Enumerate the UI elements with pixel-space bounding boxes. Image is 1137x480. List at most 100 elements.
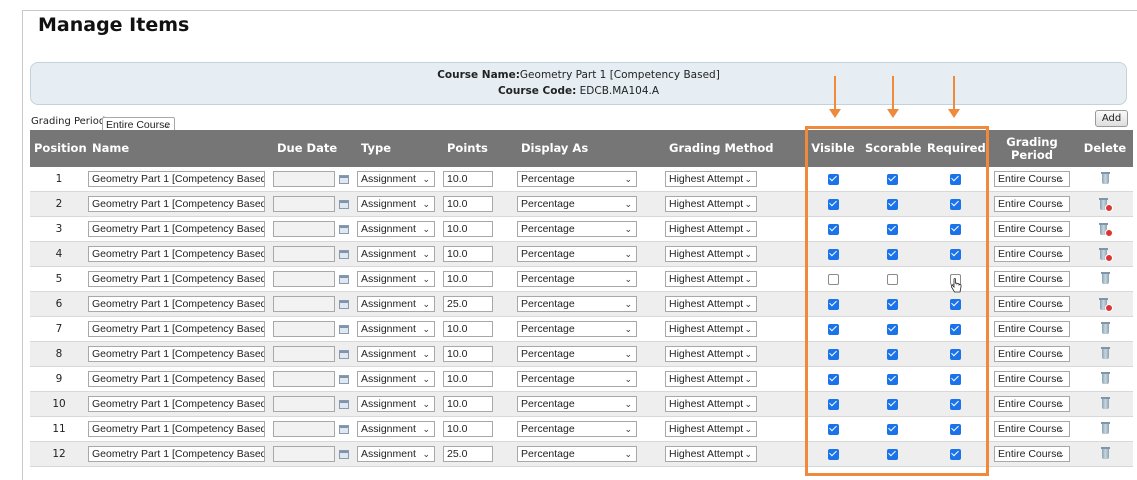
trash-icon[interactable] bbox=[1100, 272, 1110, 284]
trash-icon[interactable] bbox=[1100, 422, 1110, 434]
display-as-select[interactable]: Percentage ⌄ bbox=[517, 271, 637, 287]
display-as-select[interactable]: Percentage ⌄ bbox=[517, 296, 637, 312]
required-checkbox[interactable] bbox=[949, 273, 961, 285]
grading-method-select[interactable]: Highest Attempt ⌄ bbox=[665, 296, 757, 312]
visible-checkbox[interactable] bbox=[827, 248, 839, 260]
due-date-input[interactable] bbox=[273, 171, 335, 187]
trash-icon[interactable] bbox=[1100, 447, 1110, 459]
row-grading-period-select[interactable]: Entire Course ⌄ bbox=[994, 296, 1070, 312]
visible-checkbox[interactable] bbox=[827, 323, 839, 335]
type-select[interactable]: Assignment ⌄ bbox=[357, 171, 435, 187]
calendar-icon[interactable] bbox=[339, 449, 349, 459]
required-checkbox[interactable] bbox=[949, 323, 961, 335]
due-date-input[interactable] bbox=[273, 446, 335, 462]
required-checkbox[interactable] bbox=[949, 423, 961, 435]
visible-checkbox[interactable] bbox=[827, 273, 839, 285]
points-input[interactable]: 10.0 bbox=[443, 196, 493, 212]
item-name-input[interactable]: Geometry Part 1 [Competency Based] - bbox=[88, 171, 265, 187]
trash-disabled-icon[interactable] bbox=[1099, 297, 1113, 312]
item-name-input[interactable]: Geometry Part 1 [Competency Based] - bbox=[88, 396, 265, 412]
display-as-select[interactable]: Percentage ⌄ bbox=[517, 371, 637, 387]
item-name-input[interactable]: Geometry Part 1 [Competency Based] - bbox=[88, 246, 265, 262]
row-grading-period-select[interactable]: Entire Course ⌄ bbox=[994, 246, 1070, 262]
calendar-icon[interactable] bbox=[339, 349, 349, 359]
grading-method-select[interactable]: Highest Attempt ⌄ bbox=[665, 171, 757, 187]
required-checkbox[interactable] bbox=[949, 373, 961, 385]
trash-icon[interactable] bbox=[1100, 172, 1110, 184]
scorable-checkbox[interactable] bbox=[886, 448, 898, 460]
due-date-input[interactable] bbox=[273, 371, 335, 387]
required-checkbox[interactable] bbox=[949, 298, 961, 310]
grading-method-select[interactable]: Highest Attempt ⌄ bbox=[665, 446, 757, 462]
row-grading-period-select[interactable]: Entire Course ⌄ bbox=[994, 346, 1070, 362]
grading-method-select[interactable]: Highest Attempt ⌄ bbox=[665, 371, 757, 387]
type-select[interactable]: Assignment ⌄ bbox=[357, 371, 435, 387]
visible-checkbox[interactable] bbox=[827, 423, 839, 435]
item-name-input[interactable]: Geometry Part 1 [Competency Based] - bbox=[88, 296, 265, 312]
due-date-input[interactable] bbox=[273, 421, 335, 437]
item-name-input[interactable]: Geometry Part 1 [Competency Based] - bbox=[88, 196, 265, 212]
points-input[interactable]: 10.0 bbox=[443, 246, 493, 262]
due-date-input[interactable] bbox=[273, 396, 335, 412]
display-as-select[interactable]: Percentage ⌄ bbox=[517, 321, 637, 337]
grading-method-select[interactable]: Highest Attempt ⌄ bbox=[665, 421, 757, 437]
type-select[interactable]: Assignment ⌄ bbox=[357, 321, 435, 337]
scorable-checkbox[interactable] bbox=[886, 273, 898, 285]
required-checkbox[interactable] bbox=[949, 198, 961, 210]
calendar-icon[interactable] bbox=[339, 199, 349, 209]
item-name-input[interactable]: Geometry Part 1 [Competency Based] - bbox=[88, 446, 265, 462]
type-select[interactable]: Assignment ⌄ bbox=[357, 446, 435, 462]
scorable-checkbox[interactable] bbox=[886, 198, 898, 210]
row-grading-period-select[interactable]: Entire Course ⌄ bbox=[994, 321, 1070, 337]
points-input[interactable]: 25.0 bbox=[443, 296, 493, 312]
scorable-checkbox[interactable] bbox=[886, 223, 898, 235]
due-date-input[interactable] bbox=[273, 246, 335, 262]
points-input[interactable]: 10.0 bbox=[443, 371, 493, 387]
type-select[interactable]: Assignment ⌄ bbox=[357, 396, 435, 412]
grading-method-select[interactable]: Highest Attempt ⌄ bbox=[665, 221, 757, 237]
item-name-input[interactable]: Geometry Part 1 [Competency Based] - bbox=[88, 421, 265, 437]
required-checkbox[interactable] bbox=[949, 223, 961, 235]
scorable-checkbox[interactable] bbox=[886, 373, 898, 385]
points-input[interactable]: 10.0 bbox=[443, 221, 493, 237]
row-grading-period-select[interactable]: Entire Course ⌄ bbox=[994, 196, 1070, 212]
row-grading-period-select[interactable]: Entire Course ⌄ bbox=[994, 221, 1070, 237]
points-input[interactable]: 10.0 bbox=[443, 396, 493, 412]
grading-method-select[interactable]: Highest Attempt ⌄ bbox=[665, 321, 757, 337]
visible-checkbox[interactable] bbox=[827, 348, 839, 360]
due-date-input[interactable] bbox=[273, 296, 335, 312]
visible-checkbox[interactable] bbox=[827, 173, 839, 185]
required-checkbox[interactable] bbox=[949, 248, 961, 260]
grading-method-select[interactable]: Highest Attempt ⌄ bbox=[665, 271, 757, 287]
visible-checkbox[interactable] bbox=[827, 373, 839, 385]
scorable-checkbox[interactable] bbox=[886, 298, 898, 310]
type-select[interactable]: Assignment ⌄ bbox=[357, 196, 435, 212]
trash-disabled-icon[interactable] bbox=[1099, 197, 1113, 212]
calendar-icon[interactable] bbox=[339, 374, 349, 384]
display-as-select[interactable]: Percentage ⌄ bbox=[517, 396, 637, 412]
item-name-input[interactable]: Geometry Part 1 [Competency Based] - bbox=[88, 371, 265, 387]
calendar-icon[interactable] bbox=[339, 299, 349, 309]
required-checkbox[interactable] bbox=[949, 348, 961, 360]
points-input[interactable]: 10.0 bbox=[443, 321, 493, 337]
trash-icon[interactable] bbox=[1100, 372, 1110, 384]
trash-icon[interactable] bbox=[1100, 322, 1110, 334]
calendar-icon[interactable] bbox=[339, 399, 349, 409]
scorable-checkbox[interactable] bbox=[886, 173, 898, 185]
type-select[interactable]: Assignment ⌄ bbox=[357, 271, 435, 287]
required-checkbox[interactable] bbox=[949, 173, 961, 185]
scorable-checkbox[interactable] bbox=[886, 348, 898, 360]
scorable-checkbox[interactable] bbox=[886, 323, 898, 335]
type-select[interactable]: Assignment ⌄ bbox=[357, 421, 435, 437]
due-date-input[interactable] bbox=[273, 196, 335, 212]
due-date-input[interactable] bbox=[273, 271, 335, 287]
trash-icon[interactable] bbox=[1100, 347, 1110, 359]
visible-checkbox[interactable] bbox=[827, 448, 839, 460]
item-name-input[interactable]: Geometry Part 1 [Competency Based] - bbox=[88, 346, 265, 362]
grading-method-select[interactable]: Highest Attempt ⌄ bbox=[665, 396, 757, 412]
scorable-checkbox[interactable] bbox=[886, 248, 898, 260]
due-date-input[interactable] bbox=[273, 346, 335, 362]
display-as-select[interactable]: Percentage ⌄ bbox=[517, 446, 637, 462]
display-as-select[interactable]: Percentage ⌄ bbox=[517, 171, 637, 187]
points-input[interactable]: 25.0 bbox=[443, 446, 493, 462]
